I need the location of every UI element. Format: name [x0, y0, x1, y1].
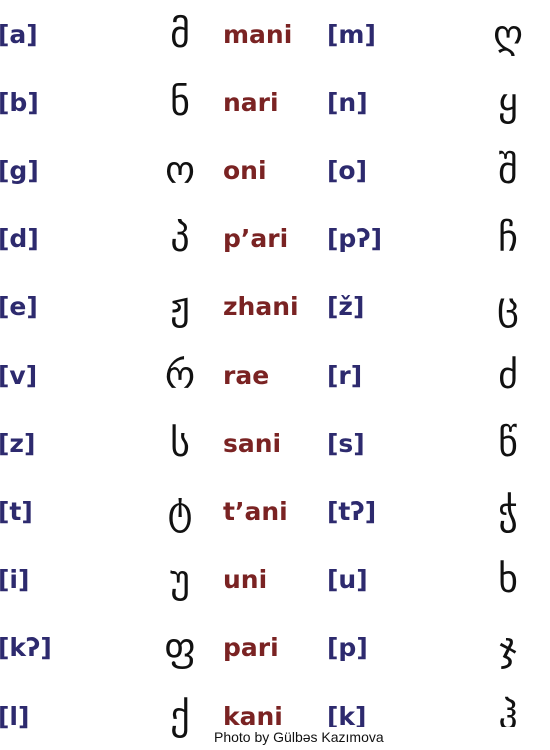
georgian-letter: ქ [170, 694, 190, 738]
georgian-letter: ჟ [170, 284, 190, 328]
georgian-letter-right: ჯ [499, 625, 517, 669]
ipa-right: [tʔ] [327, 496, 377, 526]
ipa-left: [g] [0, 155, 39, 185]
ipa-left: [d] [0, 223, 39, 253]
letter-name: nari [223, 87, 279, 117]
alphabet-row: [v] რ rae [r] ძ [0, 345, 550, 405]
alphabet-row: [t] ტ t’ani [tʔ] ჭ [0, 481, 550, 541]
georgian-letter: ფ [164, 625, 196, 669]
ipa-right: [u] [327, 564, 368, 594]
georgian-letter-right: ძ [498, 353, 518, 397]
letter-name: rae [223, 360, 270, 390]
ipa-right: [m] [327, 19, 376, 49]
georgian-letter: ნ [170, 80, 190, 124]
alphabet-row: [a] მ mani [m] ღ [0, 4, 550, 64]
georgian-letter: მ [170, 12, 190, 56]
ipa-left: [e] [0, 291, 38, 321]
alphabet-row: [z] ს sani [s] წ [0, 413, 550, 473]
georgian-letter: პ [170, 216, 190, 260]
letter-name: uni [223, 564, 268, 594]
georgian-letter-right: ც [497, 284, 519, 328]
ipa-left: [l] [0, 701, 30, 731]
ipa-left: [kʔ] [0, 632, 52, 662]
georgian-letter: ო [165, 148, 195, 192]
ipa-right: [n] [327, 87, 368, 117]
letter-name: t’ani [223, 496, 288, 526]
letter-name: pari [223, 632, 279, 662]
georgian-letter: რ [164, 353, 196, 397]
alphabet-row: [kʔ] ფ pari [p] ჯ [0, 617, 550, 677]
ipa-left: [z] [0, 428, 36, 458]
alphabet-row: [i] უ uni [u] ხ [0, 549, 550, 609]
letter-name: oni [223, 155, 267, 185]
letter-name: zhani [223, 291, 299, 321]
alphabet-row: [d] პ p’ari [pʔ] ჩ [0, 208, 550, 268]
georgian-letter-right: ჭ [498, 489, 518, 533]
photo-credit: Photo by Gülbəs Kazımova [214, 727, 550, 747]
georgian-letter: ს [170, 421, 190, 465]
georgian-letter: ტ [167, 489, 193, 533]
georgian-letter-right: ხ [498, 557, 518, 601]
ipa-left: [v] [0, 360, 38, 390]
letter-name: mani [223, 19, 293, 49]
alphabet-row: [g] ო oni [o] შ [0, 140, 550, 200]
georgian-letter-right: ღ [493, 12, 523, 56]
georgian-letter: უ [170, 557, 190, 601]
alphabet-chart: [a] მ mani [m] ღ [b] ნ nari [n] ყ [g] ო … [0, 0, 550, 750]
ipa-right: [s] [327, 428, 365, 458]
georgian-letter-right: შ [498, 148, 518, 192]
ipa-left: [b] [0, 87, 39, 117]
georgian-letter-right: წ [498, 421, 518, 465]
letter-name: p’ari [223, 223, 289, 253]
ipa-left: [t] [0, 496, 33, 526]
ipa-left: [i] [0, 564, 30, 594]
alphabet-row: [b] ნ nari [n] ყ [0, 72, 550, 132]
alphabet-row: [e] ჟ zhani [ž] ც [0, 276, 550, 336]
ipa-left: [a] [0, 19, 38, 49]
ipa-right: [pʔ] [327, 223, 383, 253]
georgian-letter-right: ჩ [498, 216, 518, 260]
ipa-right: [p] [327, 632, 368, 662]
ipa-right: [r] [327, 360, 363, 390]
letter-name: sani [223, 428, 282, 458]
georgian-letter-right: ყ [498, 80, 518, 124]
ipa-right: [o] [327, 155, 368, 185]
ipa-right: [ž] [327, 291, 365, 321]
